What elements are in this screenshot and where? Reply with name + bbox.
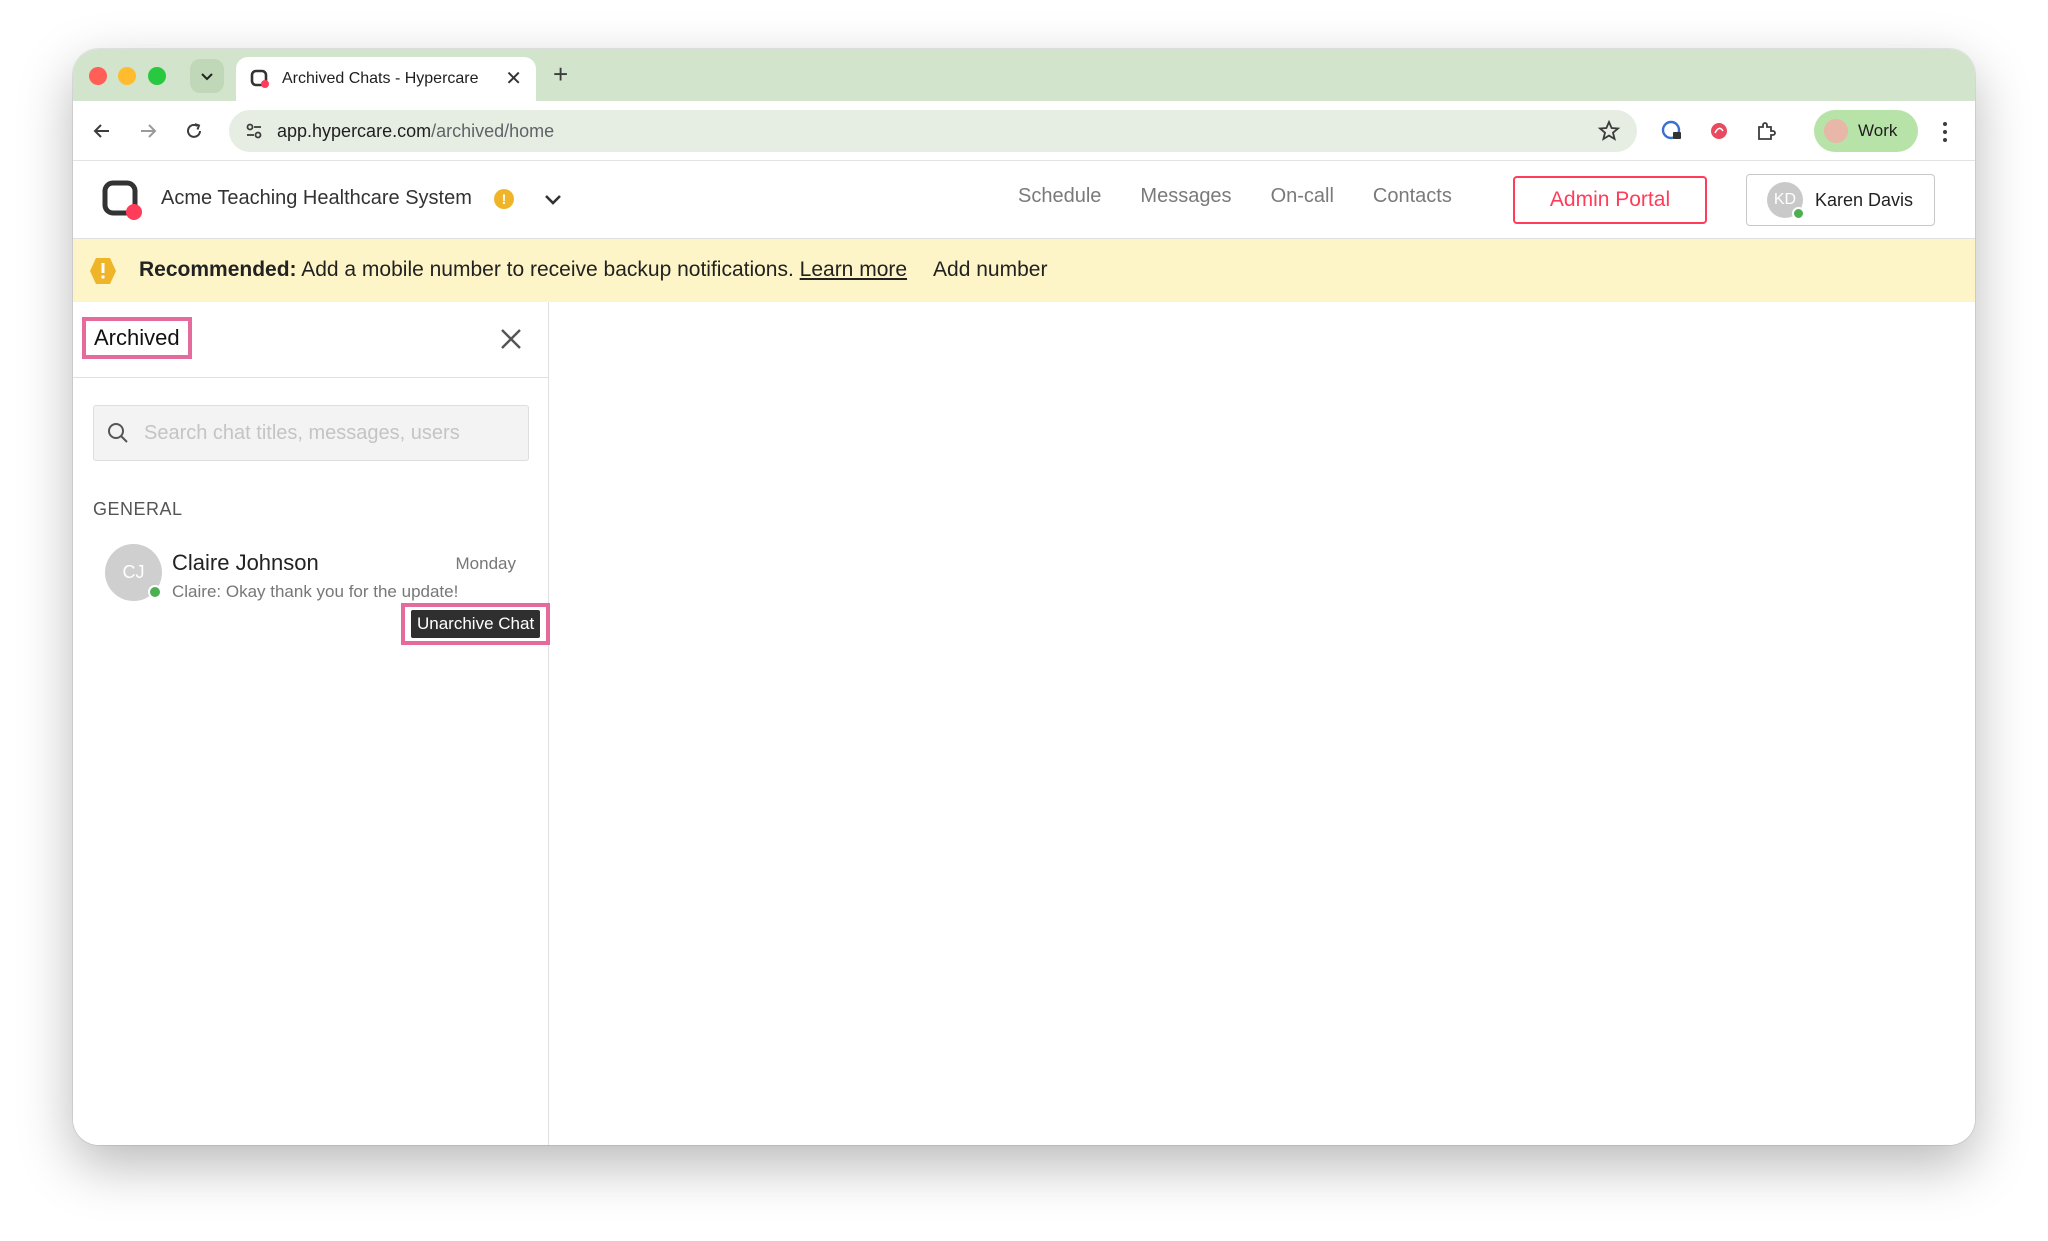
bookmark-star-icon[interactable] xyxy=(1597,119,1621,148)
extension-bird-icon[interactable] xyxy=(1705,117,1733,145)
new-tab-button[interactable]: + xyxy=(553,61,568,87)
minimize-window-button[interactable] xyxy=(118,67,136,85)
online-status-dot xyxy=(1792,207,1805,220)
arrow-right-icon xyxy=(141,124,157,138)
sidebar-header: Archived xyxy=(73,302,548,378)
url-text: app.hypercare.com/archived/home xyxy=(277,121,554,142)
browser-window: Archived Chats - Hypercare ✕ + app.hyper… xyxy=(73,49,1975,1145)
reload-button[interactable] xyxy=(179,116,209,146)
chat-name: Claire Johnson xyxy=(172,550,319,575)
unarchive-chat-button[interactable]: Unarchive Chat xyxy=(401,603,551,645)
extensions-puzzle-icon[interactable] xyxy=(1752,117,1780,145)
nav-messages[interactable]: Messages xyxy=(1140,185,1231,208)
unarchive-tooltip-label: Unarchive Chat xyxy=(411,610,541,638)
chat-content-area xyxy=(550,302,1975,1145)
tab-bar: Archived Chats - Hypercare ✕ + xyxy=(73,49,1975,101)
banner-message: Add a mobile number to receive backup no… xyxy=(296,258,800,281)
archived-title: Archived xyxy=(82,317,192,359)
profile-button[interactable]: Work xyxy=(1814,110,1918,152)
active-tab[interactable]: Archived Chats - Hypercare ✕ xyxy=(236,57,536,101)
reload-icon xyxy=(187,123,201,138)
search-input[interactable] xyxy=(144,421,524,445)
section-label-general: GENERAL xyxy=(93,499,183,519)
url-path: /archived/home xyxy=(431,120,555,141)
zoom-window-button[interactable] xyxy=(148,67,166,85)
arrow-left-icon xyxy=(93,124,109,138)
tab-close-icon[interactable]: ✕ xyxy=(505,69,522,89)
user-initials: KD xyxy=(1773,191,1797,208)
add-number-button[interactable]: Add number xyxy=(933,258,1047,281)
forward-button[interactable] xyxy=(133,116,163,146)
nav-contacts[interactable]: Contacts xyxy=(1373,185,1452,208)
user-menu-button[interactable]: KD Karen Davis xyxy=(1746,174,1935,226)
recommendation-banner: Recommended: Add a mobile number to rece… xyxy=(73,239,1975,302)
close-window-button[interactable] xyxy=(89,67,107,85)
chat-time: Monday xyxy=(455,554,516,573)
tab-search-button[interactable] xyxy=(190,59,224,93)
main-nav: Schedule Messages On-call Contacts xyxy=(1018,185,1452,208)
archived-sidebar: Archived GENERAL CJ Claire Johnson Monda… xyxy=(73,302,551,1145)
learn-more-link[interactable]: Learn more xyxy=(800,258,907,281)
search-box xyxy=(93,405,529,461)
back-button[interactable] xyxy=(87,116,117,146)
url-host: app.hypercare.com xyxy=(277,120,432,141)
hypercare-logo-icon[interactable] xyxy=(101,179,143,221)
banner-bold: Recommended: xyxy=(139,258,297,281)
admin-portal-button[interactable]: Admin Portal xyxy=(1513,176,1707,224)
browser-toolbar: app.hypercare.com/archived/home Work xyxy=(73,101,1975,161)
user-avatar: KD xyxy=(1767,182,1805,220)
chevron-down-icon xyxy=(201,73,213,81)
user-name: Karen Davis xyxy=(1815,189,1914,210)
search-icon xyxy=(108,423,128,443)
org-dropdown-chevron-icon[interactable] xyxy=(539,185,567,213)
nav-schedule[interactable]: Schedule xyxy=(1018,185,1101,208)
chat-list-item[interactable]: CJ Claire Johnson Monday Claire: Okay th… xyxy=(73,530,549,610)
chat-avatar: CJ xyxy=(105,544,162,601)
password-manager-icon[interactable] xyxy=(1658,117,1686,145)
online-status-dot xyxy=(148,585,162,599)
address-bar[interactable]: app.hypercare.com/archived/home xyxy=(229,110,1637,152)
profile-label: Work xyxy=(1858,121,1898,140)
chat-avatar-initials: CJ xyxy=(122,562,145,582)
site-settings-icon[interactable] xyxy=(241,118,267,144)
chat-preview: Claire: Okay thank you for the update! xyxy=(172,582,459,601)
org-warning-icon: ! xyxy=(494,189,514,209)
hypercare-favicon-icon xyxy=(250,69,269,88)
profile-avatar-icon xyxy=(1824,119,1848,143)
tab-title: Archived Chats - Hypercare xyxy=(282,70,479,87)
app-header: Acme Teaching Healthcare System ! Schedu… xyxy=(73,161,1975,239)
warning-icon xyxy=(90,258,116,284)
nav-on-call[interactable]: On-call xyxy=(1271,185,1334,208)
banner-text: Recommended: Add a mobile number to rece… xyxy=(139,258,1047,282)
browser-menu-icon[interactable] xyxy=(1935,117,1955,147)
close-icon[interactable] xyxy=(498,326,524,352)
organization-name[interactable]: Acme Teaching Healthcare System xyxy=(161,187,472,210)
